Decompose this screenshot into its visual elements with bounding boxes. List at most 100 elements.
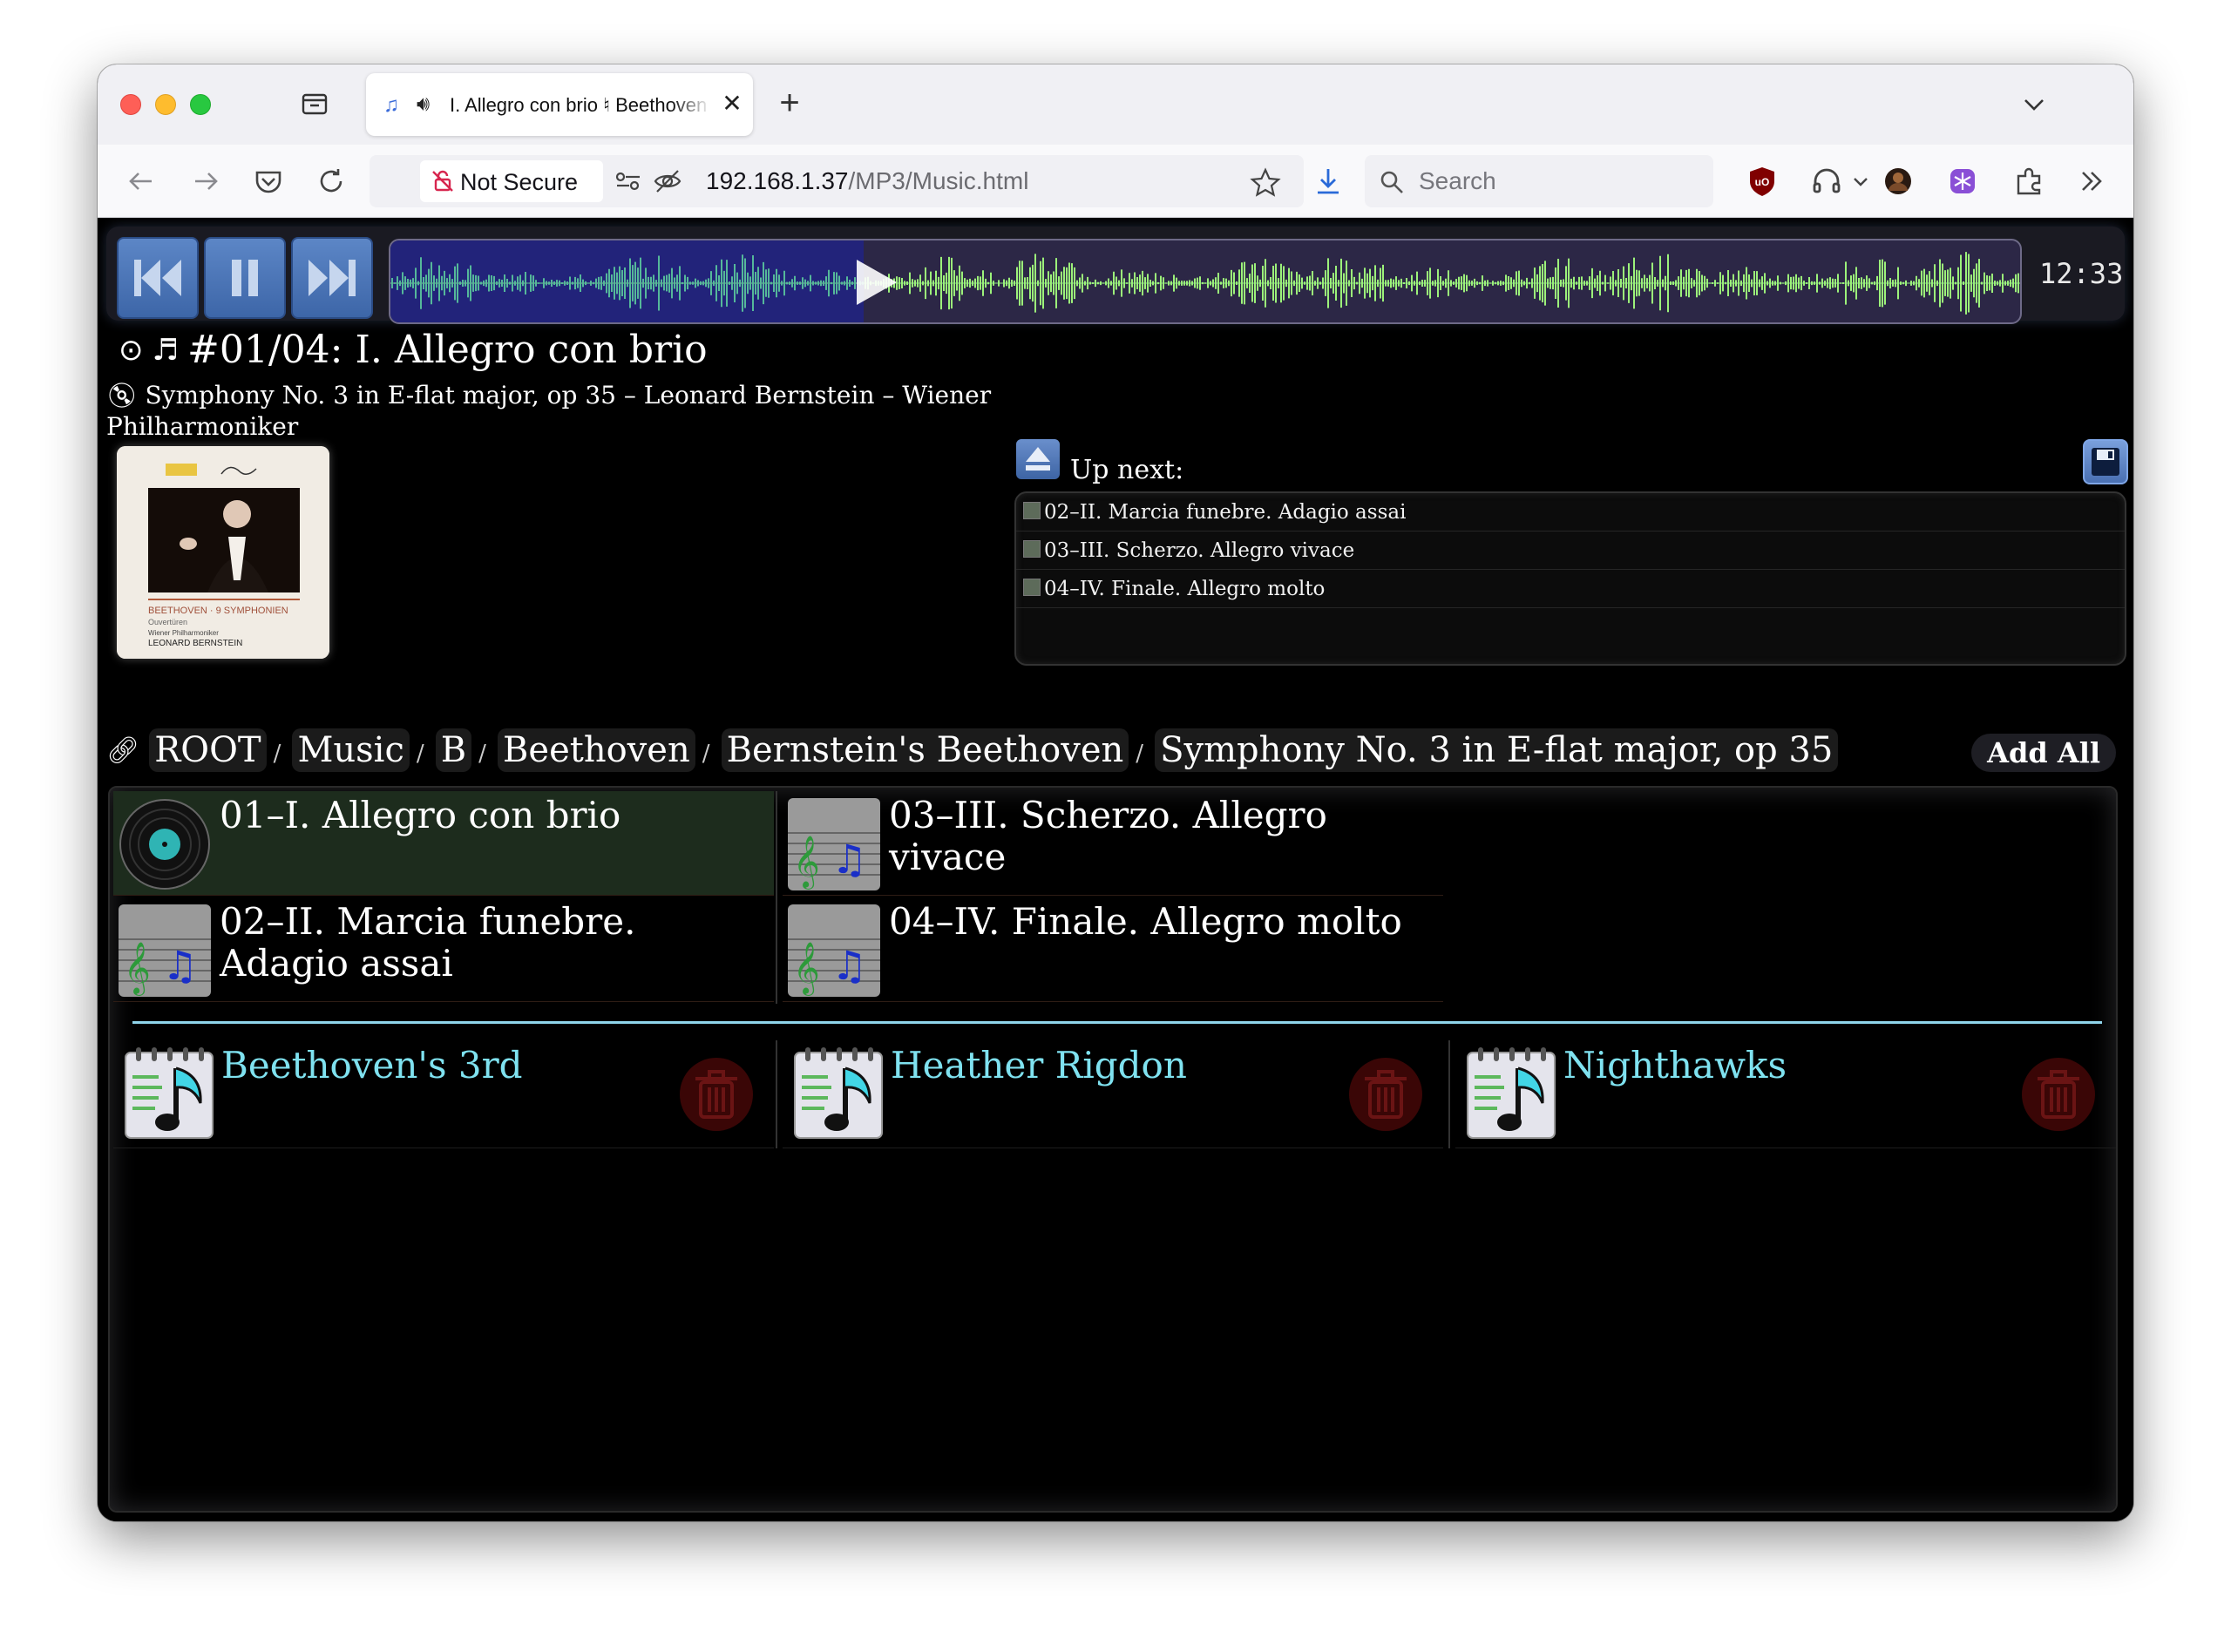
track-name: 02–II. Marcia funebre. Adagio assai bbox=[220, 900, 636, 985]
close-tab-icon[interactable]: ✕ bbox=[718, 89, 746, 118]
svg-text:𝄞: 𝄞 bbox=[793, 836, 820, 890]
new-tab-button[interactable]: + bbox=[770, 84, 809, 122]
breadcrumb-separator: / bbox=[416, 741, 424, 767]
pocket-icon[interactable] bbox=[249, 162, 288, 200]
playhead[interactable] bbox=[857, 260, 897, 305]
url-host: 192.168.1.37 bbox=[706, 167, 849, 194]
avatar-icon[interactable] bbox=[1879, 162, 1917, 200]
breadcrumb-music[interactable]: Music bbox=[292, 728, 410, 772]
download-icon[interactable] bbox=[1309, 162, 1347, 200]
minimize-window-button[interactable] bbox=[155, 94, 176, 115]
save-button[interactable] bbox=[2083, 439, 2128, 484]
svg-text:♫: ♫ bbox=[831, 836, 867, 883]
track-name: 01–I. Allegro con brio bbox=[220, 794, 621, 836]
add-all-button[interactable]: Add All bbox=[1971, 734, 2116, 772]
headphones-icon[interactable] bbox=[1807, 162, 1846, 200]
thumbnail-icon bbox=[1023, 579, 1041, 596]
trash-icon bbox=[1365, 1070, 1407, 1119]
tracking-icon[interactable] bbox=[652, 166, 683, 197]
tab-active[interactable]: ♫ 🔊︎ I. Allegro con brio ♮ Beethoven ✕ bbox=[366, 73, 753, 136]
chevron-down-icon[interactable] bbox=[1848, 162, 1874, 200]
eject-button[interactable] bbox=[1016, 439, 1060, 479]
url-bar[interactable]: Not Secure 192.168.1.37/MP3/Music.html bbox=[370, 155, 1304, 207]
track-item-playing[interactable]: 01–I. Allegro con brio bbox=[113, 791, 774, 896]
delete-playlist-button[interactable] bbox=[680, 1058, 753, 1131]
url-path: /MP3/Music.html bbox=[848, 167, 1029, 194]
overflow-icon[interactable] bbox=[2072, 162, 2111, 200]
forward-icon[interactable] bbox=[186, 162, 225, 200]
music-file-icon: 𝄞 ♫ bbox=[119, 904, 211, 997]
waveform-seekbar[interactable] bbox=[389, 239, 2022, 324]
speaker-icon[interactable]: 🔊︎ bbox=[417, 92, 443, 117]
player-bar: 12:33 bbox=[106, 227, 2125, 324]
up-next-header: Up next: bbox=[1016, 439, 2128, 486]
save-icon bbox=[2092, 448, 2119, 476]
permissions-icon[interactable] bbox=[614, 167, 643, 195]
delete-playlist-button[interactable] bbox=[1349, 1058, 1422, 1131]
tab-title: I. Allegro con brio ♮ Beethoven bbox=[450, 94, 708, 116]
svg-text:♫: ♫ bbox=[162, 942, 198, 989]
cover-sub-text: Ouvertüren bbox=[148, 618, 187, 626]
back-icon[interactable] bbox=[122, 162, 160, 200]
breadcrumb-symphony-3[interactable]: Symphony No. 3 in E-flat major, op 35 bbox=[1155, 728, 1839, 772]
url-text[interactable]: 192.168.1.37/MP3/Music.html bbox=[706, 167, 1028, 195]
track-item[interactable]: 𝄞 ♫ 04–IV. Finale. Allegro molto bbox=[783, 897, 1443, 1002]
extension-snowflake-icon[interactable] bbox=[1943, 162, 1982, 200]
chevron-down-icon[interactable] bbox=[2017, 87, 2051, 122]
breadcrumb-separator: / bbox=[1136, 741, 1144, 767]
queue-item[interactable]: 03–III. Scherzo. Allegro vivace bbox=[1016, 531, 2125, 570]
zoom-window-button[interactable] bbox=[190, 94, 211, 115]
extensions-icon[interactable] bbox=[2010, 162, 2048, 200]
time-display: 12:33 bbox=[2039, 257, 2124, 290]
ublock-icon[interactable]: uO bbox=[1743, 162, 1781, 200]
queue-item[interactable]: 04–IV. Finale. Allegro molto bbox=[1016, 570, 2125, 608]
search-input[interactable]: Search bbox=[1365, 155, 1713, 207]
star-icon[interactable] bbox=[1250, 167, 1281, 197]
track-item[interactable]: 𝄞 ♫ 03–III. Scherzo. Allegro vivace bbox=[783, 791, 1443, 896]
search-placeholder: Search bbox=[1419, 167, 1496, 194]
link-icon[interactable]: 🔗︎ bbox=[106, 735, 139, 766]
breadcrumb-bernsteins-beethoven[interactable]: Bernstein's Beethoven bbox=[721, 728, 1129, 772]
close-window-button[interactable] bbox=[120, 94, 141, 115]
browser-window: ♫ 🔊︎ I. Allegro con brio ♮ Beethoven ✕ + bbox=[98, 64, 2133, 1521]
skip-forward-button[interactable] bbox=[291, 237, 373, 319]
cd-icon: 💿︎ bbox=[106, 381, 146, 410]
playlist-item[interactable]: Nighthawks bbox=[1455, 1042, 2116, 1148]
not-secure-indicator[interactable]: Not Secure bbox=[420, 160, 603, 202]
breadcrumb-b[interactable]: B bbox=[435, 728, 472, 772]
track-item[interactable]: 𝄞 ♫ 02–II. Marcia funebre. Adagio assai bbox=[113, 897, 774, 1002]
breadcrumb-root[interactable]: ROOT bbox=[149, 728, 267, 772]
pause-button[interactable] bbox=[204, 237, 286, 319]
queue-item[interactable]: 02–II. Marcia funebre. Adagio assai bbox=[1016, 493, 2125, 531]
trash-icon bbox=[695, 1070, 737, 1119]
skip-back-icon bbox=[134, 260, 181, 296]
playlist-icon bbox=[124, 1047, 216, 1140]
reload-icon[interactable] bbox=[312, 162, 350, 200]
thumbnail-icon bbox=[1023, 502, 1041, 519]
breadcrumb: 🔗︎ ROOT / Music / B / Beethoven / Bernstein'… bbox=[106, 728, 2125, 777]
queue-item-label: 03–III. Scherzo. Allegro vivace bbox=[1044, 539, 1355, 562]
breadcrumb-beethoven[interactable]: Beethoven bbox=[498, 728, 695, 772]
album-cover[interactable]: BEETHOVEN · 9 SYMPHONIEN Ouvertüren Wien… bbox=[117, 446, 329, 659]
playlist-name: Nighthawks bbox=[1563, 1044, 1787, 1087]
column-divider bbox=[776, 791, 777, 1004]
delete-playlist-button[interactable] bbox=[2022, 1058, 2095, 1131]
playlist-item[interactable]: Beethoven's 3rd bbox=[113, 1042, 774, 1148]
eject-icon bbox=[1026, 447, 1050, 471]
music-page: 12:33 ⊙ ♬ #01/04: I. Allegro con brio 💿︎ S… bbox=[98, 218, 2133, 1521]
breadcrumb-separator: / bbox=[273, 741, 281, 767]
thumbnail-icon bbox=[1023, 540, 1041, 558]
insecure-lock-icon bbox=[431, 169, 455, 193]
up-next-label: Up next: bbox=[1070, 455, 1184, 485]
vinyl-icon bbox=[119, 798, 211, 890]
now-playing-title: ⊙ ♬ #01/04: I. Allegro con brio bbox=[119, 328, 1164, 376]
playlist-icon bbox=[1466, 1047, 1558, 1140]
playlist-item[interactable]: Heather Rigdon bbox=[783, 1042, 1443, 1148]
skip-back-button[interactable] bbox=[117, 237, 199, 319]
search-icon bbox=[1379, 169, 1405, 195]
sidebar-icon[interactable] bbox=[300, 89, 329, 118]
track-name: 04–IV. Finale. Allegro molto bbox=[889, 900, 1402, 943]
breadcrumb-separator: / bbox=[702, 741, 710, 767]
up-next-queue[interactable]: 02–II. Marcia funebre. Adagio assai 03–I… bbox=[1014, 491, 2126, 666]
target-icon[interactable]: ⊙ bbox=[119, 333, 144, 368]
